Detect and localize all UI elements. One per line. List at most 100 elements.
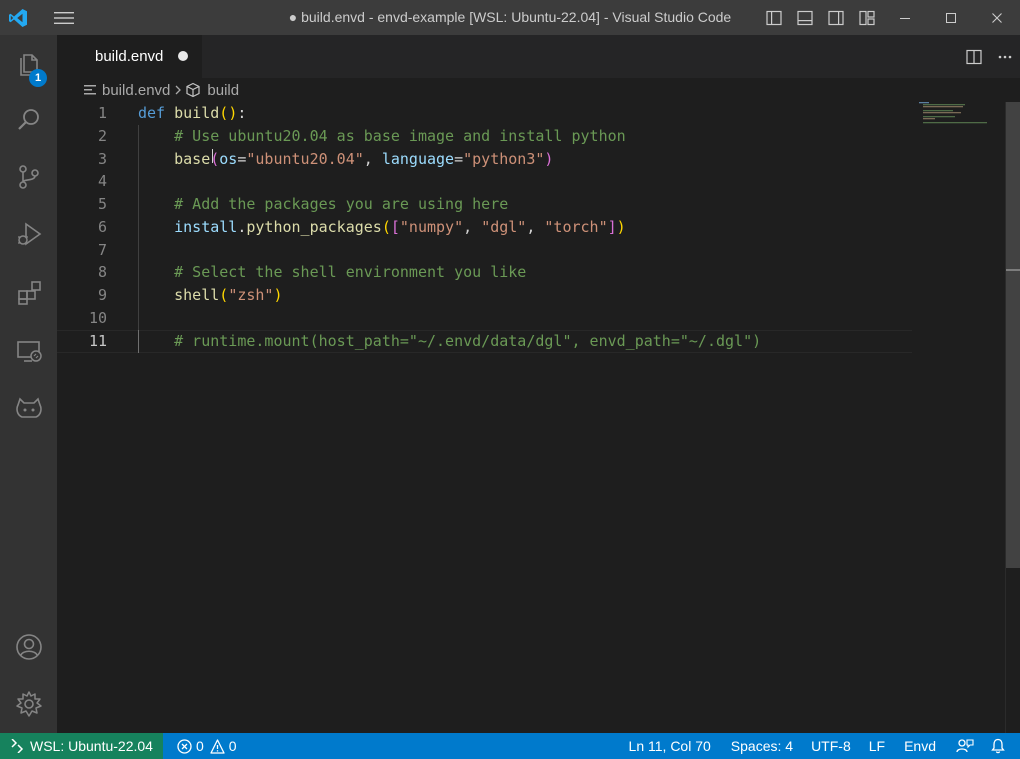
- code-line[interactable]: # Use ubuntu20.04 as base image and inst…: [138, 125, 918, 148]
- minimap[interactable]: [919, 102, 1005, 132]
- encoding-setting[interactable]: UTF-8: [801, 733, 859, 759]
- problems-indicator[interactable]: 0 0: [163, 733, 245, 759]
- code-token: =: [454, 149, 464, 168]
- code-token: base: [174, 149, 211, 168]
- breadcrumb-file[interactable]: build.envd: [84, 82, 170, 99]
- code-token: # Add the packages you are using here: [174, 195, 509, 213]
- code-token: "zsh": [228, 286, 274, 304]
- eol-setting[interactable]: LF: [859, 733, 894, 759]
- breadcrumb-symbol[interactable]: build: [185, 82, 239, 99]
- customize-layout-icon[interactable]: [851, 0, 882, 35]
- code-token: ): [273, 286, 283, 304]
- remote-explorer-icon[interactable]: [0, 327, 57, 375]
- feedback-icon[interactable]: [948, 733, 982, 759]
- code-line[interactable]: [138, 307, 918, 330]
- line-number[interactable]: 3: [57, 148, 120, 171]
- code-token: (: [219, 104, 229, 122]
- code-line[interactable]: # Select the shell environment you like: [138, 261, 918, 284]
- line-number-gutter: 1 2 3 4 5 6 7 8 9 10 11: [57, 102, 120, 352]
- code-line[interactable]: def build():: [138, 102, 918, 125]
- window-title: ● build.envd - envd-example [WSL: Ubuntu…: [288, 9, 732, 25]
- code-editor[interactable]: 1 2 3 4 5 6 7 8 9 10 11 def build(): # Use ubuntu2…: [57, 102, 1020, 733]
- notifications-bell-icon[interactable]: [982, 733, 1020, 759]
- scroll-thumb[interactable]: [1006, 102, 1020, 568]
- code-token: "dgl": [481, 217, 527, 236]
- code-line[interactable]: install.python_packages(["numpy", "dgl",…: [138, 216, 918, 239]
- extensions-icon[interactable]: [0, 269, 57, 317]
- line-number[interactable]: 4: [57, 170, 120, 193]
- code-line[interactable]: [138, 239, 918, 262]
- scroll-cursor-marker: [1006, 269, 1020, 271]
- accounts-icon[interactable]: [0, 623, 57, 671]
- code-token: (: [381, 217, 391, 236]
- breadcrumb-file-label: build.envd: [102, 81, 171, 99]
- line-number[interactable]: 6: [57, 216, 120, 239]
- unsaved-dot-icon[interactable]: [178, 51, 188, 61]
- code-token: build: [174, 104, 220, 122]
- code-token: (: [219, 286, 229, 304]
- toggle-primary-sidebar-icon[interactable]: [758, 0, 789, 35]
- code-token: install: [174, 217, 238, 236]
- code-token: # Select the shell environment you like: [174, 263, 527, 282]
- remote-label: WSL: Ubuntu-22.04: [30, 738, 153, 754]
- code-line[interactable]: [138, 170, 918, 193]
- indentation-setting[interactable]: Spaces: 4: [719, 733, 801, 759]
- github-icon[interactable]: [0, 385, 57, 433]
- remote-indicator[interactable]: WSL: Ubuntu-22.04: [0, 733, 163, 759]
- language-mode[interactable]: Envd: [894, 733, 948, 759]
- toggle-secondary-sidebar-icon[interactable]: [820, 0, 851, 35]
- status-bar: WSL: Ubuntu-22.04 0 0 Ln 11, Col 70 Spac…: [0, 733, 1020, 759]
- line-number[interactable]: 5: [57, 193, 120, 216]
- cursor-position[interactable]: Ln 11, Col 70: [621, 733, 719, 759]
- code-token: ,: [463, 217, 482, 236]
- line-number[interactable]: 8: [57, 261, 120, 284]
- tab-label: build.envd: [95, 48, 164, 65]
- code-token: language: [381, 149, 455, 168]
- run-and-debug-icon[interactable]: [0, 210, 57, 258]
- toggle-panel-icon[interactable]: [789, 0, 820, 35]
- breadcrumb: build.envd build: [57, 78, 1020, 102]
- line-number[interactable]: 7: [57, 239, 120, 262]
- code-token: ]: [607, 217, 617, 236]
- line-number[interactable]: 10: [57, 307, 120, 330]
- activity-bar: 1: [0, 35, 57, 733]
- split-editor-icon[interactable]: [958, 35, 989, 78]
- error-icon: [177, 738, 192, 754]
- code-lines[interactable]: def build(): # Use ubuntu20.04 as base i…: [138, 102, 918, 352]
- error-count: 0: [195, 738, 204, 754]
- line-number[interactable]: 2: [57, 125, 120, 148]
- code-token: :: [237, 104, 247, 122]
- more-actions-icon[interactable]: [989, 35, 1020, 78]
- vertical-scrollbar[interactable]: [1006, 102, 1020, 733]
- hamburger-menu-icon[interactable]: [36, 0, 92, 35]
- line-number[interactable]: 9: [57, 284, 120, 307]
- minimize-icon[interactable]: [882, 0, 928, 35]
- line-number[interactable]: 11: [57, 330, 120, 353]
- search-icon[interactable]: [0, 96, 57, 144]
- code-line[interactable]: shell("zsh"): [138, 284, 918, 307]
- code-line[interactable]: # runtime.mount(host_path="~/.envd/data/…: [138, 330, 918, 353]
- line-number[interactable]: 1: [57, 102, 120, 125]
- breadcrumb-symbol-label: build: [207, 81, 240, 99]
- code-line[interactable]: base(os="ubuntu20.04", language="python3…: [138, 148, 918, 171]
- code-token: # Use ubuntu20.04 as base image and inst…: [174, 126, 626, 145]
- code-token: python_packages: [246, 217, 382, 236]
- vscode-logo-icon: [0, 0, 36, 35]
- code-token: ,: [526, 217, 545, 236]
- close-icon[interactable]: [974, 0, 1020, 35]
- manage-gear-icon[interactable]: [0, 680, 57, 728]
- source-control-icon[interactable]: [0, 153, 57, 201]
- code-token: "torch": [544, 217, 608, 236]
- explorer-icon[interactable]: 1: [0, 40, 57, 88]
- code-token: shell: [174, 286, 220, 304]
- code-line[interactable]: # Add the packages you are using here: [138, 193, 918, 216]
- text-cursor: [212, 149, 213, 163]
- tab-build-envd[interactable]: build.envd: [57, 35, 202, 78]
- maximize-icon[interactable]: [928, 0, 974, 35]
